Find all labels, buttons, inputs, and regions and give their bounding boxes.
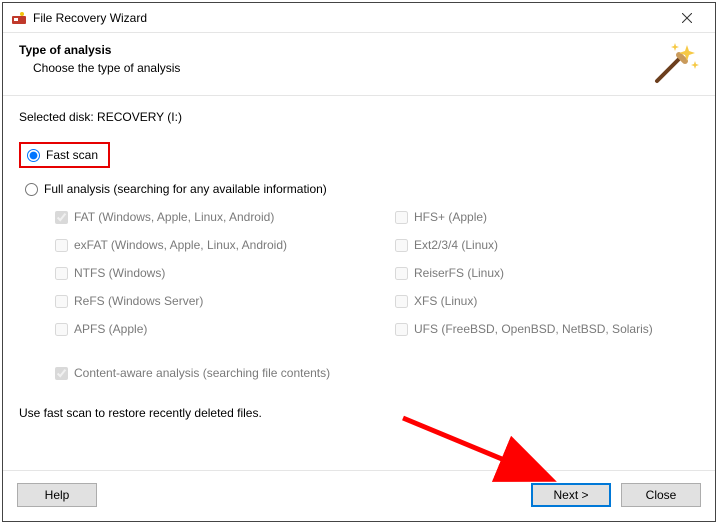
window-title: File Recovery Wizard	[33, 11, 147, 25]
fs-ext-label: Ext2/3/4 (Linux)	[414, 238, 498, 252]
fs-reiserfs: ReiserFS (Linux)	[395, 266, 695, 280]
fs-reiserfs-checkbox	[395, 267, 408, 280]
fs-fat: FAT (Windows, Apple, Linux, Android)	[55, 210, 395, 224]
fs-hfs-checkbox	[395, 211, 408, 224]
fs-ntfs-label: NTFS (Windows)	[74, 266, 165, 280]
fs-apfs-label: APFS (Apple)	[74, 322, 147, 336]
option-full-analysis-row: Full analysis (searching for any availab…	[25, 182, 699, 196]
fs-ufs-checkbox	[395, 323, 408, 336]
full-analysis-label[interactable]: Full analysis (searching for any availab…	[44, 182, 327, 196]
fs-refs-checkbox	[55, 295, 68, 308]
header-title: Type of analysis	[19, 43, 651, 57]
fs-exfat-label: exFAT (Windows, Apple, Linux, Android)	[74, 238, 287, 252]
fs-hfs: HFS+ (Apple)	[395, 210, 695, 224]
content-aware-checkbox	[55, 367, 68, 380]
fs-ntfs: NTFS (Windows)	[55, 266, 395, 280]
help-button[interactable]: Help	[17, 483, 97, 507]
fs-exfat: exFAT (Windows, Apple, Linux, Android)	[55, 238, 395, 252]
fs-xfs: XFS (Linux)	[395, 294, 695, 308]
window-close-button[interactable]	[667, 4, 707, 32]
fast-scan-radio[interactable]	[27, 149, 40, 162]
fs-ufs: UFS (FreeBSD, OpenBSD, NetBSD, Solaris)	[395, 322, 695, 336]
fs-ext-checkbox	[395, 239, 408, 252]
fs-apfs: APFS (Apple)	[55, 322, 395, 336]
wizard-header: Type of analysis Choose the type of anal…	[3, 33, 715, 96]
titlebar: File Recovery Wizard	[3, 3, 715, 33]
fs-ntfs-checkbox	[55, 267, 68, 280]
fs-hfs-label: HFS+ (Apple)	[414, 210, 487, 224]
fs-exfat-checkbox	[55, 239, 68, 252]
fs-xfs-label: XFS (Linux)	[414, 294, 477, 308]
hint-text: Use fast scan to restore recently delete…	[19, 406, 699, 420]
fs-refs-label: ReFS (Windows Server)	[74, 294, 203, 308]
wizard-footer: Help Next > Close	[3, 470, 715, 521]
filesystem-options: FAT (Windows, Apple, Linux, Android) HFS…	[55, 210, 699, 336]
fs-reiserfs-label: ReiserFS (Linux)	[414, 266, 504, 280]
wizard-content: Selected disk: RECOVERY (I:) Fast scan F…	[3, 96, 715, 470]
fs-fat-checkbox	[55, 211, 68, 224]
header-subtitle: Choose the type of analysis	[33, 61, 651, 75]
full-analysis-radio[interactable]	[25, 183, 38, 196]
fast-scan-highlight: Fast scan	[19, 142, 110, 168]
option-fast-scan-row: Fast scan	[19, 142, 699, 168]
fs-apfs-checkbox	[55, 323, 68, 336]
close-button[interactable]: Close	[621, 483, 701, 507]
fs-ext: Ext2/3/4 (Linux)	[395, 238, 695, 252]
fs-fat-label: FAT (Windows, Apple, Linux, Android)	[74, 210, 274, 224]
fs-refs: ReFS (Windows Server)	[55, 294, 395, 308]
wizard-window: File Recovery Wizard Type of analysis Ch…	[2, 2, 716, 522]
next-button[interactable]: Next >	[531, 483, 611, 507]
content-aware-row: Content-aware analysis (searching file c…	[55, 366, 699, 380]
selected-disk-label: Selected disk: RECOVERY (I:)	[19, 110, 699, 124]
close-icon	[682, 13, 692, 23]
app-icon	[11, 10, 27, 26]
content-aware-label: Content-aware analysis (searching file c…	[74, 366, 330, 380]
wizard-icon	[651, 43, 699, 83]
fs-xfs-checkbox	[395, 295, 408, 308]
fast-scan-label[interactable]: Fast scan	[46, 148, 98, 162]
fs-ufs-label: UFS (FreeBSD, OpenBSD, NetBSD, Solaris)	[414, 322, 653, 336]
